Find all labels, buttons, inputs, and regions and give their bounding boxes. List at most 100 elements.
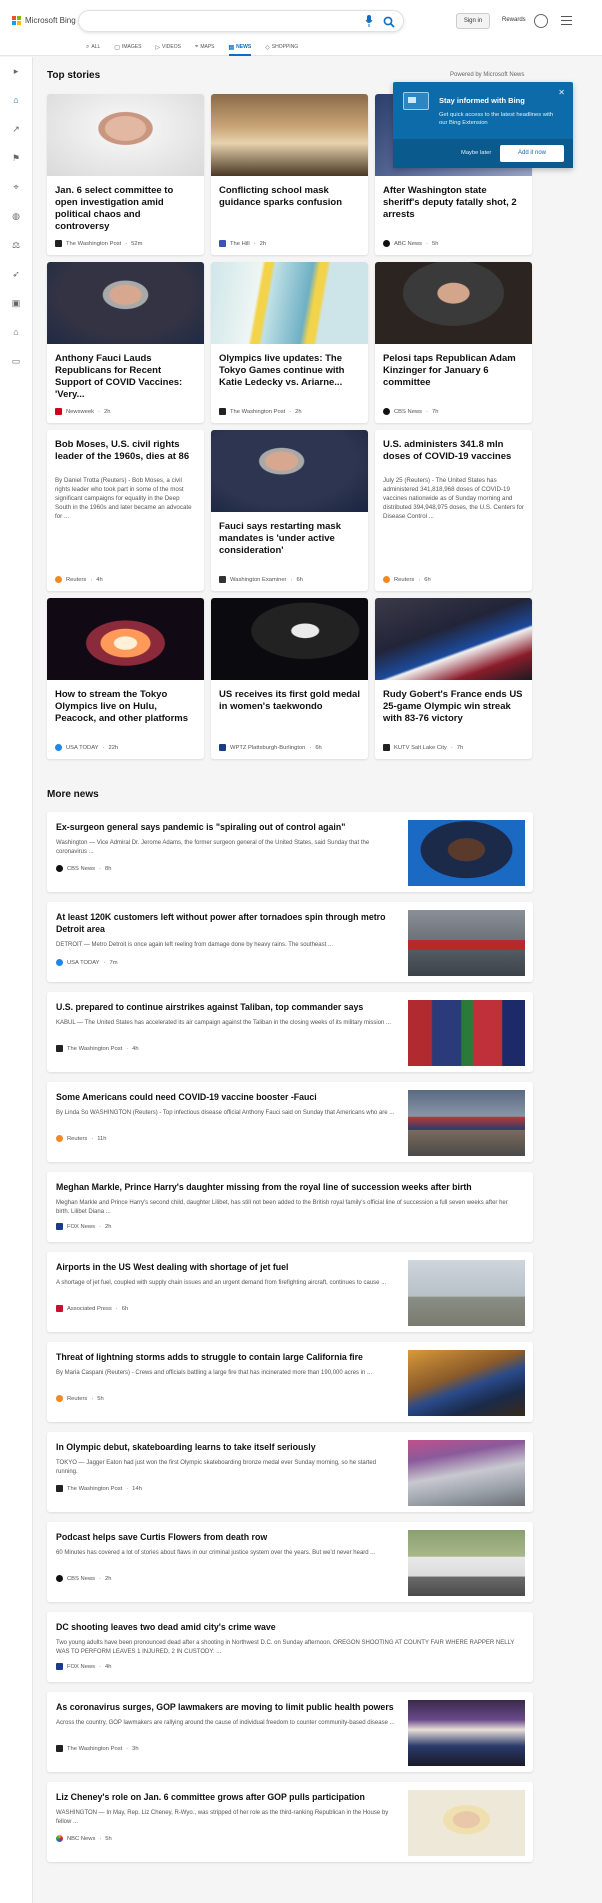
news-time: 14h: [132, 1485, 142, 1492]
browser-extension-icon: [403, 92, 429, 110]
microphone-icon[interactable]: [365, 15, 373, 27]
news-thumbnail: [408, 910, 525, 976]
add-extension-button[interactable]: Add it now: [500, 145, 564, 162]
flag-icon[interactable]: ⚑: [11, 153, 21, 163]
news-list-item[interactable]: At least 120K customers left without pow…: [47, 902, 533, 982]
location-icon[interactable]: ⌖: [11, 182, 21, 192]
story-card[interactable]: US receives its first gold medal in wome…: [211, 598, 368, 759]
news-snippet: 60 Minutes has covered a lot of stories …: [56, 1550, 376, 1556]
news-source: FOX News · 4h: [56, 1663, 111, 1670]
maybe-later-button[interactable]: Maybe later: [461, 150, 491, 156]
story-title: Conflicting school mask guidance sparks …: [219, 185, 342, 208]
news-list-item[interactable]: Liz Cheney's role on Jan. 6 committee gr…: [47, 1782, 533, 1862]
news-list-item[interactable]: Some Americans could need COVID-19 vacci…: [47, 1082, 533, 1162]
source-name: ABC News: [394, 240, 423, 247]
news-source: The Washington Post · 14h: [56, 1485, 142, 1492]
tab-maps[interactable]: ⌖ MAPS: [195, 40, 215, 54]
source-name: USA TODAY: [66, 744, 99, 751]
news-title: At least 120K customers left without pow…: [56, 912, 386, 934]
sign-in-button[interactable]: Sign in: [456, 13, 490, 29]
popup-title: Stay informed with Bing: [439, 96, 525, 105]
news-time: 3h: [132, 1745, 139, 1752]
search-icon[interactable]: [383, 16, 395, 28]
news-list-item[interactable]: Airports in the US West dealing with sho…: [47, 1252, 533, 1332]
story-image: [47, 598, 204, 680]
entertainment-icon[interactable]: ▣: [11, 298, 21, 308]
map-pin-icon: ⌖: [194, 43, 199, 50]
source-logo-icon: [383, 576, 390, 583]
bing-logo[interactable]: Microsoft Bing: [12, 16, 76, 25]
news-time: 4h: [132, 1045, 139, 1052]
story-time: 52m: [131, 240, 143, 247]
rocket-icon[interactable]: ➶: [11, 269, 21, 279]
news-title: In Olympic debut, skateboarding learns t…: [56, 1442, 316, 1452]
news-list-item[interactable]: Meghan Markle, Prince Harry's daughter m…: [47, 1172, 533, 1242]
news-source: The Washington Post · 3h: [56, 1745, 139, 1752]
news-thumbnail: [408, 1090, 525, 1156]
news-list-item[interactable]: U.S. prepared to continue airstrikes aga…: [47, 992, 533, 1072]
story-card[interactable]: Fauci says restarting mask mandates is '…: [211, 430, 368, 591]
news-time: 5h: [97, 1395, 104, 1402]
story-card[interactable]: Conflicting school mask guidance sparks …: [211, 94, 368, 255]
source-name: Associated Press: [67, 1305, 112, 1312]
story-time: 5h: [431, 240, 439, 247]
home-icon[interactable]: ⌂: [11, 95, 21, 105]
story-title: Olympics live updates: The Tokyo Games c…: [219, 353, 345, 388]
tab-news[interactable]: ▤ NEWS: [228, 40, 251, 56]
rewards-trophy-icon[interactable]: [534, 14, 548, 28]
news-list-item[interactable]: Threat of lightning storms adds to strug…: [47, 1342, 533, 1422]
story-image: [375, 262, 532, 344]
politics-icon[interactable]: ⚖: [11, 240, 21, 250]
story-time: 2h: [295, 408, 302, 415]
story-image: [47, 94, 204, 176]
tab-images[interactable]: ▢ IMAGES: [114, 40, 141, 54]
globe-icon[interactable]: ◍: [11, 211, 21, 221]
story-snippet: July 25 (Reuters) - The United States ha…: [383, 477, 525, 520]
hamburger-menu-icon[interactable]: [561, 16, 572, 25]
money-icon[interactable]: ▭: [11, 356, 21, 366]
tab-all[interactable]: ⌕ ALL: [86, 40, 100, 54]
story-card[interactable]: Anthony Fauci Lauds Republicans for Rece…: [47, 262, 204, 423]
close-icon[interactable]: ✕: [558, 88, 565, 97]
story-card[interactable]: How to stream the Tokyo Olympics live on…: [47, 598, 204, 759]
news-list-item[interactable]: In Olympic debut, skateboarding learns t…: [47, 1432, 533, 1512]
news-source: The Washington Post · 4h: [56, 1045, 139, 1052]
news-list-item[interactable]: As coronavirus surges, GOP lawmakers are…: [47, 1692, 533, 1772]
story-time: 22h: [108, 744, 119, 751]
rewards-link[interactable]: Rewards: [502, 17, 526, 23]
tab-label: ALL: [91, 44, 101, 50]
story-card[interactable]: Rudy Gobert's France ends US 25-game Oly…: [375, 598, 532, 759]
story-card[interactable]: Bob Moses, U.S. civil rights leader of t…: [47, 430, 204, 591]
source-logo-icon: [56, 959, 63, 966]
search-input[interactable]: [78, 10, 404, 32]
news-thumbnail: [408, 1000, 525, 1066]
story-source: Newsweek · 2h: [55, 408, 110, 415]
tab-shopping[interactable]: ◇ SHOPPING: [265, 40, 298, 54]
news-list-item[interactable]: Podcast helps save Curtis Flowers from d…: [47, 1522, 533, 1602]
story-title: Bob Moses, U.S. civil rights leader of t…: [55, 439, 190, 462]
source-name: NBC News: [67, 1835, 96, 1842]
expand-rail-icon[interactable]: ▸: [11, 66, 21, 76]
news-list-item[interactable]: DC shooting leaves two dead amid city's …: [47, 1612, 533, 1682]
tab-videos[interactable]: ▷ VIDEOS: [155, 40, 181, 54]
news-snippet: Two young adults have been pronounced de…: [56, 1640, 515, 1655]
story-time: 2h: [103, 408, 111, 415]
news-title: Some Americans could need COVID-19 vacci…: [56, 1092, 317, 1102]
news-thumbnail: [408, 1700, 525, 1766]
story-title: Fauci says restarting mask mandates is '…: [219, 521, 341, 556]
source-logo-icon: [219, 744, 226, 751]
bank-icon[interactable]: ⌂: [11, 327, 21, 337]
source-logo-icon: [56, 1135, 63, 1142]
news-list-item[interactable]: Ex-surgeon general says pandemic is "spi…: [47, 812, 533, 892]
story-card[interactable]: Jan. 6 select committee to open investig…: [47, 94, 204, 255]
news-snippet: Across the country, GOP lawmakers are ra…: [56, 1720, 395, 1726]
source-logo-icon: [56, 1045, 63, 1052]
news-time: 2h: [104, 1223, 112, 1230]
source-logo-icon: [56, 1835, 63, 1842]
story-card[interactable]: Pelosi taps Republican Adam Kinzinger fo…: [375, 262, 532, 423]
story-card[interactable]: Olympics live updates: The Tokyo Games c…: [211, 262, 368, 423]
trending-icon[interactable]: ↗: [11, 124, 21, 134]
search-icon: ⌕: [86, 43, 90, 50]
story-image: [211, 262, 368, 344]
story-card[interactable]: U.S. administers 341.8 mln doses of COVI…: [375, 430, 532, 591]
